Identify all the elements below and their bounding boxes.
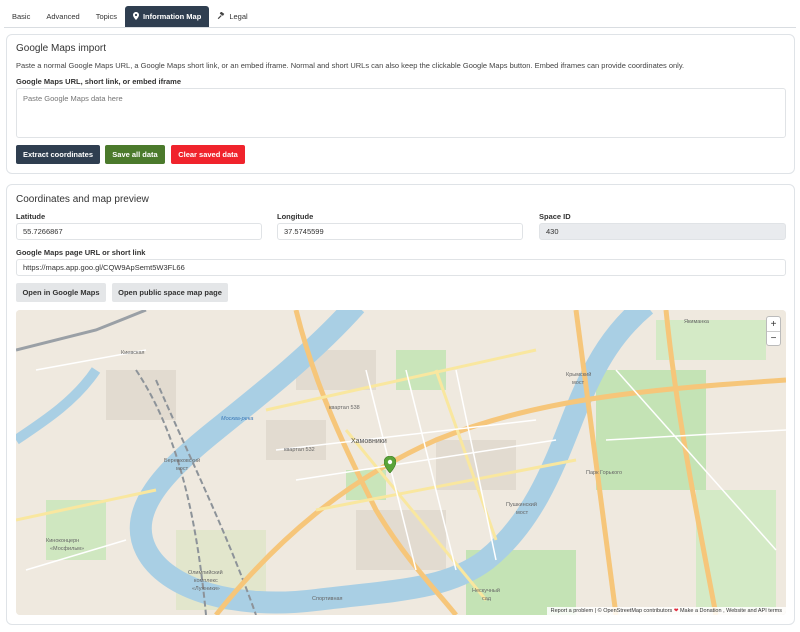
osm-contributors-link[interactable]: © OpenStreetMap contributors: [598, 608, 673, 614]
map-label-olympic-2: комплекс: [194, 578, 218, 584]
map-label-kievsk: Киевская: [121, 350, 145, 356]
tab-legal-label: Legal: [229, 12, 248, 21]
map-label-krymsky: Крымский: [566, 372, 592, 378]
coordinates-map-panel: Coordinates and map preview Latitude 55.…: [6, 184, 795, 625]
save-all-data-button[interactable]: Save all data: [105, 145, 165, 164]
import-panel-title: Google Maps import: [16, 43, 107, 54]
gmaps-data-textarea[interactable]: [16, 88, 786, 138]
website-terms-link[interactable]: Website and API terms: [726, 608, 782, 614]
tab-basic-label: Basic: [12, 12, 31, 21]
zoom-in-button[interactable]: +: [767, 317, 780, 331]
longitude-label: Longitude: [277, 212, 314, 221]
tab-information-map[interactable]: Information Map: [124, 6, 210, 27]
map-label-yakimanka: Якиманка: [684, 319, 709, 325]
map-label-kvartal-532: квартал 532: [284, 447, 315, 453]
tab-legal[interactable]: Legal: [209, 6, 255, 27]
report-problem-link[interactable]: Report a problem: [551, 608, 594, 614]
map-preview[interactable]: Хамовники квартал 538 квартал 532 Крымск…: [16, 310, 786, 615]
tab-topics[interactable]: Topics: [88, 6, 125, 27]
map-label-moskva-river: Москва-река: [221, 416, 254, 422]
space-id-input: 430: [539, 223, 786, 240]
map-attribution: Report a problem | © OpenStreetMap contr…: [546, 607, 786, 615]
import-help-text: Paste a normal Google Maps URL, a Google…: [16, 61, 685, 70]
map-label-pushkinsky: Пушкинский: [506, 502, 537, 508]
map-label-khamovniki: Хамовники: [351, 438, 387, 445]
tab-advanced[interactable]: Advanced: [38, 6, 87, 27]
tab-topics-label: Topics: [95, 12, 117, 21]
map-label-neskuchny-1: Нескучный: [472, 588, 500, 594]
google-maps-import-panel: Google Maps import Paste a normal Google…: [6, 34, 795, 174]
clear-saved-data-button[interactable]: Clear saved data: [171, 145, 245, 164]
map-label-berezhkovsky-most: мост: [176, 466, 189, 472]
tab-basic[interactable]: Basic: [4, 6, 38, 27]
zoom-control: + −: [766, 316, 781, 346]
open-public-map-page-button[interactable]: Open public space map page: [112, 283, 228, 302]
coords-panel-title: Coordinates and map preview: [16, 194, 149, 205]
map-label-krymsky-most: мост: [572, 380, 585, 386]
map-pin-icon: [132, 11, 139, 22]
map-label-kinotsentr-1: Киноконцерн: [46, 538, 80, 544]
location-pin-icon[interactable]: [384, 456, 396, 473]
map-label-kvartal-538: квартал 538: [329, 405, 360, 411]
map-label-pushkinsky-most: мост: [516, 510, 529, 516]
gmaps-link-label: Google Maps page URL or short link: [16, 248, 146, 257]
heart-icon: ❤: [673, 608, 679, 614]
latitude-input[interactable]: 55.7266867: [16, 223, 262, 240]
open-in-google-maps-button[interactable]: Open in Google Maps: [16, 283, 106, 302]
longitude-input[interactable]: 37.5745599: [277, 223, 523, 240]
extract-coordinates-button[interactable]: Extract coordinates: [16, 145, 100, 164]
zoom-out-button[interactable]: −: [767, 331, 780, 345]
tab-bar: Basic Advanced Topics Information Map Le…: [4, 6, 796, 28]
tab-information-map-label: Information Map: [142, 12, 202, 21]
tab-advanced-label: Advanced: [46, 12, 80, 21]
gavel-icon: [217, 11, 225, 22]
map-label-berezhkovsky: Бережковский: [164, 458, 201, 464]
gmaps-input-label: Google Maps URL, short link, or embed if…: [16, 77, 182, 86]
map-label-sports: Спортивная: [312, 596, 343, 602]
gmaps-link-input[interactable]: https://maps.app.goo.gl/CQW9ApSemt5W3FL6…: [16, 259, 786, 276]
map-label-olympic-1: Олимпийский: [188, 570, 223, 576]
map-label-olympic-3: «Лужники»: [192, 586, 220, 592]
map-label-park: Парк Горького: [586, 470, 623, 476]
map-label-neskuchny-2: сад: [482, 596, 492, 602]
space-id-label: Space ID: [539, 212, 571, 221]
latitude-label: Latitude: [16, 212, 46, 221]
map-label-kinotsentr-2: «Мосфильм»: [50, 546, 85, 552]
donation-link[interactable]: Make a Donation: [680, 608, 722, 614]
